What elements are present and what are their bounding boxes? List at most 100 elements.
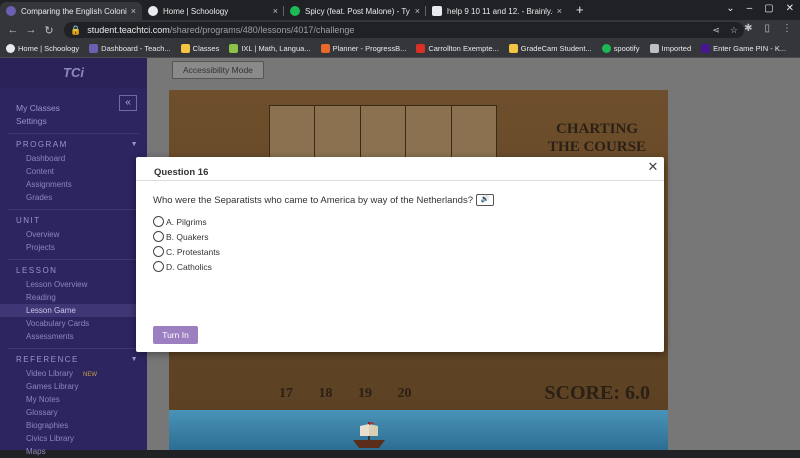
bookmark-classes[interactable]: Classes bbox=[180, 44, 219, 53]
bookmark-label: Home | Schoology bbox=[18, 44, 80, 53]
close-tab-icon[interactable]: × bbox=[131, 6, 136, 16]
kahoot-icon bbox=[701, 44, 711, 53]
bookmark-planner[interactable]: Planner - ProgressB... bbox=[320, 44, 407, 53]
sidebar-item-projects[interactable]: Projects bbox=[0, 241, 147, 254]
close-tab-icon[interactable]: × bbox=[557, 6, 562, 16]
game-score: SCORE: 6.0 bbox=[544, 382, 650, 404]
bookmark-label: Planner - ProgressB... bbox=[332, 44, 407, 53]
sidebar-settings[interactable]: Settings bbox=[0, 115, 147, 128]
close-tab-icon[interactable]: × bbox=[273, 6, 278, 16]
sidebar-item-biographies[interactable]: Biographies bbox=[0, 419, 147, 432]
sidebar-item-grades[interactable]: Grades bbox=[0, 191, 147, 204]
ixl-icon bbox=[229, 44, 239, 53]
folder-icon bbox=[649, 44, 659, 53]
sea-background bbox=[169, 410, 668, 450]
planner-icon bbox=[320, 44, 330, 53]
sidebar-item-civics-library[interactable]: Civics Library bbox=[0, 432, 147, 445]
browser-tab[interactable]: help 9 10 11 and 12. - Brainly.co × bbox=[426, 2, 568, 20]
game-title-line: THE COURSE bbox=[548, 139, 646, 155]
url-host: student.teachtci.com bbox=[87, 25, 170, 35]
new-tab-button[interactable]: + bbox=[568, 2, 592, 20]
sidebar-item-assessments[interactable]: Assessments bbox=[0, 330, 147, 343]
question-text-row: Who were the Separatists who came to Ame… bbox=[153, 194, 494, 206]
accessibility-mode-button[interactable]: Accessibility Mode bbox=[172, 61, 264, 79]
tab-search-icon[interactable]: ⌄ bbox=[726, 3, 734, 14]
minimize-icon[interactable]: – bbox=[747, 3, 753, 14]
teachtci-icon bbox=[89, 44, 99, 53]
bookmark-label: GradeCam Student... bbox=[520, 44, 592, 53]
item-label: Video Library bbox=[26, 369, 73, 378]
bookmark-carrollton[interactable]: Carrollton Exempte... bbox=[416, 44, 499, 53]
question-text: Who were the Separatists who came to Ame… bbox=[153, 194, 473, 206]
bookmark-kahoot[interactable]: Enter Game PIN - K... bbox=[701, 44, 786, 53]
browser-tab-bar: Comparing the English Colonies × Home | … bbox=[0, 0, 800, 20]
sidebar-item-assignments[interactable]: Assignments bbox=[0, 178, 147, 191]
classes-icon bbox=[180, 44, 190, 53]
sidebar-item-vocabulary-cards[interactable]: Vocabulary Cards bbox=[0, 317, 147, 330]
forward-arrow-icon[interactable]: → bbox=[22, 24, 40, 36]
answer-option-b[interactable]: B. Quakers bbox=[153, 229, 220, 244]
bookmark-label: IXL | Math, Langua... bbox=[241, 44, 311, 53]
sidebar-item-lesson-overview[interactable]: Lesson Overview bbox=[0, 278, 147, 291]
bookmark-teachtci[interactable]: Dashboard - Teach... bbox=[89, 44, 171, 53]
close-tab-icon[interactable]: × bbox=[415, 6, 420, 16]
speaker-icon[interactable]: 🔊 bbox=[476, 194, 494, 206]
turn-in-button[interactable]: Turn In bbox=[153, 326, 198, 344]
tci-logo[interactable]: TCi bbox=[0, 58, 147, 88]
option-label: D. Catholics bbox=[166, 261, 212, 272]
caret-down-icon: ▼ bbox=[130, 141, 139, 148]
sidebar-heading-reference[interactable]: REFERENCE ▼ bbox=[0, 353, 147, 367]
bookmark-gradecam[interactable]: GradeCam Student... bbox=[508, 44, 592, 53]
sidebar-item-games-library[interactable]: Games Library bbox=[0, 380, 147, 393]
sidebar-item-glossary[interactable]: Glossary bbox=[0, 406, 147, 419]
option-label: C. Protestants bbox=[166, 246, 220, 257]
radio-button[interactable] bbox=[153, 231, 164, 242]
sidebar-item-content[interactable]: Content bbox=[0, 165, 147, 178]
address-toolbar: ← → ↻ 🔒 student.teachtci.com /shared/pro… bbox=[0, 20, 800, 40]
sidebar-item-video-library[interactable]: Video Library NEW bbox=[0, 367, 147, 380]
bookmark-spootify[interactable]: spootify bbox=[601, 44, 640, 53]
page-content: TCi « My Classes Settings PROGRAM ▼ Dashb… bbox=[0, 58, 800, 456]
tab-title: help 9 10 11 and 12. - Brainly.co bbox=[447, 6, 553, 16]
sidebar-item-lesson-game[interactable]: Lesson Game bbox=[0, 304, 147, 317]
sidebar-heading-program[interactable]: PROGRAM ▼ bbox=[0, 138, 147, 152]
lock-icon: 🔒 bbox=[70, 24, 82, 35]
extensions-puzzle-icon[interactable]: ✱ bbox=[744, 23, 752, 34]
bookmark-imported[interactable]: Imported bbox=[649, 44, 692, 53]
browser-tab[interactable]: Comparing the English Colonies × bbox=[0, 2, 142, 20]
browser-tab[interactable]: Spicy (feat. Post Malone) - Ty × bbox=[284, 2, 426, 20]
bookmark-star-icon[interactable]: ☆ bbox=[730, 25, 738, 36]
reload-icon[interactable]: ↻ bbox=[40, 24, 58, 37]
sidebar-item-dashboard[interactable]: Dashboard bbox=[0, 152, 147, 165]
bookmark-ixl[interactable]: IXL | Math, Langua... bbox=[229, 44, 311, 53]
answer-option-c[interactable]: C. Protestants bbox=[153, 244, 220, 259]
radio-button[interactable] bbox=[153, 216, 164, 227]
sidebar-item-my-notes[interactable]: My Notes bbox=[0, 393, 147, 406]
more-menu-icon[interactable]: ⋮ bbox=[782, 23, 792, 34]
bookmark-label: Dashboard - Teach... bbox=[101, 44, 171, 53]
answer-option-a[interactable]: A. Pilgrims bbox=[153, 214, 220, 229]
bookmark-schoology[interactable]: Home | Schoology bbox=[6, 44, 79, 53]
back-arrow-icon[interactable]: ← bbox=[4, 24, 22, 36]
url-field[interactable]: 🔒 student.teachtci.com /shared/programs/… bbox=[64, 22, 744, 38]
sidebar-item-reading[interactable]: Reading bbox=[0, 291, 147, 304]
collapse-sidebar-button[interactable]: « bbox=[119, 95, 137, 111]
radio-button[interactable] bbox=[153, 261, 164, 272]
bookmark-label: spootify bbox=[613, 44, 640, 53]
schoology-favicon-icon bbox=[148, 6, 158, 16]
side-panel-icon[interactable]: ▯ bbox=[764, 23, 770, 34]
radio-button[interactable] bbox=[153, 246, 164, 257]
sidebar-item-overview[interactable]: Overview bbox=[0, 228, 147, 241]
bookmarks-bar: Home | Schoology Dashboard - Teach... Cl… bbox=[0, 40, 800, 58]
close-icon[interactable]: ✕ bbox=[646, 160, 660, 174]
answer-option-d[interactable]: D. Catholics bbox=[153, 259, 220, 274]
schoology-icon bbox=[6, 44, 15, 53]
bookmark-label: Imported bbox=[661, 44, 692, 53]
sidebar-item-maps[interactable]: Maps bbox=[0, 445, 147, 458]
window-close-icon[interactable]: ✕ bbox=[786, 3, 794, 14]
option-label: B. Quakers bbox=[166, 231, 209, 242]
heading-label: REFERENCE bbox=[16, 355, 79, 364]
share-icon[interactable]: ⋖ bbox=[712, 25, 720, 36]
maximize-icon[interactable]: ▢ bbox=[764, 3, 773, 14]
browser-tab[interactable]: Home | Schoology × bbox=[142, 2, 284, 20]
